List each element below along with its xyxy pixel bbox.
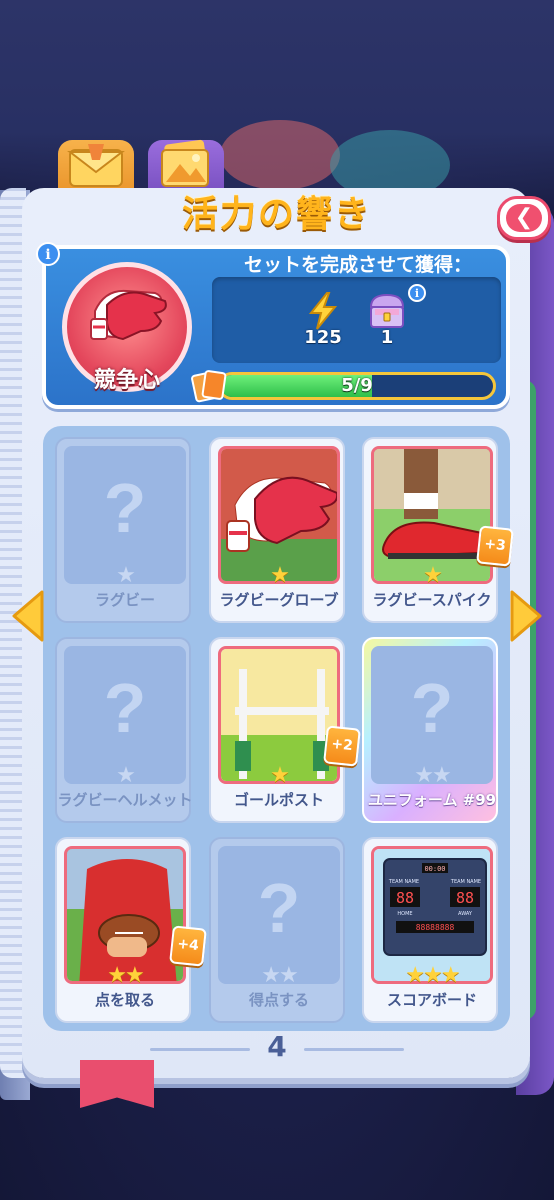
glove-icon: [90, 289, 167, 341]
question-mark-icon: ?: [103, 469, 147, 547]
card-stars: ★: [364, 563, 500, 588]
svg-text:TEAM NAME: TEAM NAME: [450, 879, 481, 885]
star-icon: ★: [440, 963, 461, 988]
collection-card[interactable]: ★ ラグビースパイク +3: [362, 437, 514, 623]
card-stars: ★★: [57, 963, 193, 988]
card-stars: ★★: [211, 963, 347, 988]
collection-card[interactable]: ★ ゴールポスト +2: [209, 637, 361, 823]
page-title: 活力の響き: [181, 194, 372, 235]
card-stars: ★: [57, 563, 193, 588]
star-icon: ★: [270, 563, 290, 588]
svg-text:TEAM NAME: TEAM NAME: [388, 879, 419, 885]
collection-card[interactable]: ? ★★ ユニフォーム #99: [362, 637, 498, 823]
collection-card[interactable]: ? ★ ラグビー: [55, 437, 191, 623]
star-icon: ★: [423, 963, 443, 988]
svg-text:88888888: 88888888: [416, 923, 455, 932]
card-stars: ★: [211, 763, 347, 788]
prev-page-arrow[interactable]: [8, 588, 48, 644]
collection-card[interactable]: ★ ラグビーグローブ: [209, 437, 345, 623]
duplicate-badge: +4: [169, 925, 207, 967]
photo-album-icon: [161, 139, 209, 187]
svg-text:HOME: HOME: [397, 911, 412, 917]
svg-text:00:00: 00:00: [424, 865, 445, 873]
collection-card[interactable]: ? ★★ 得点する: [209, 837, 345, 1023]
lightning-icon: [308, 292, 338, 330]
collection-card[interactable]: ? ★ ラグビーヘルメット: [55, 637, 193, 823]
svg-text:88: 88: [456, 889, 474, 907]
card-label: ラグビーグローブ: [219, 591, 339, 609]
envelope-icon: [67, 144, 125, 187]
page-number: 4: [267, 1030, 287, 1063]
progress-text: 5/9: [341, 375, 373, 396]
question-mark-icon: ?: [103, 669, 147, 747]
info-icon[interactable]: i: [36, 242, 60, 266]
star-icon: ★: [423, 563, 443, 588]
chest-info-icon[interactable]: i: [408, 284, 426, 302]
treasure-chest-icon: [369, 293, 405, 328]
card-stars: ★★: [364, 763, 500, 788]
star-icon: ★: [414, 763, 434, 788]
card-label: ラグビー: [94, 591, 155, 609]
star-icon: ★: [270, 763, 290, 788]
svg-text:AWAY: AWAY: [458, 911, 473, 917]
medal-label: 競争心: [93, 368, 160, 393]
card-label: 点を取る: [94, 991, 155, 1009]
card-label: ラグビースパイク: [372, 591, 492, 609]
duplicate-badge: +3: [476, 525, 514, 567]
back-arrow-icon: ❮: [506, 204, 542, 232]
reward-box: 125 1: [212, 277, 501, 363]
card-stars: ★: [211, 563, 347, 588]
star-icon: ★: [107, 963, 127, 988]
reward-chest[interactable]: 1: [362, 291, 412, 348]
card-label: ラグビーヘルメット: [57, 791, 193, 809]
star-icon: ★: [116, 763, 136, 788]
card-label: スコアボード: [386, 991, 477, 1009]
collection-card[interactable]: 00:00 TEAM NAME TEAM NAME 88 88 HOME AWAY 88888…: [362, 837, 498, 1023]
background-umbrella: [220, 120, 340, 190]
reward-energy: 125: [298, 291, 348, 348]
question-mark-icon: ?: [257, 869, 301, 947]
collection-card[interactable]: ★★ 点を取る +4: [55, 837, 207, 1023]
bookmark-ribbon: [80, 1060, 154, 1108]
card-label: 得点する: [248, 991, 309, 1009]
cards-icon: [191, 370, 227, 403]
svg-text:88: 88: [396, 889, 414, 907]
star-icon: ★: [405, 963, 425, 988]
set-reward-label: セットを完成させて獲得：: [243, 254, 472, 276]
star-icon: ★: [279, 963, 299, 988]
card-label: ゴールポスト: [233, 791, 324, 809]
reward-energy-count: 125: [304, 327, 342, 348]
star-icon: ★: [432, 763, 452, 788]
card-label: ユニフォーム #99: [367, 791, 497, 809]
duplicate-badge: +2: [323, 725, 361, 767]
star-icon: ★: [125, 963, 145, 988]
star-icon: ★: [116, 563, 136, 588]
card-stars: ★★★: [364, 963, 500, 988]
back-button[interactable]: ❮: [497, 196, 551, 240]
card-stars: ★: [57, 763, 193, 788]
question-mark-icon: ?: [410, 669, 454, 747]
next-page-arrow[interactable]: [506, 588, 546, 644]
star-icon: ★: [261, 963, 281, 988]
